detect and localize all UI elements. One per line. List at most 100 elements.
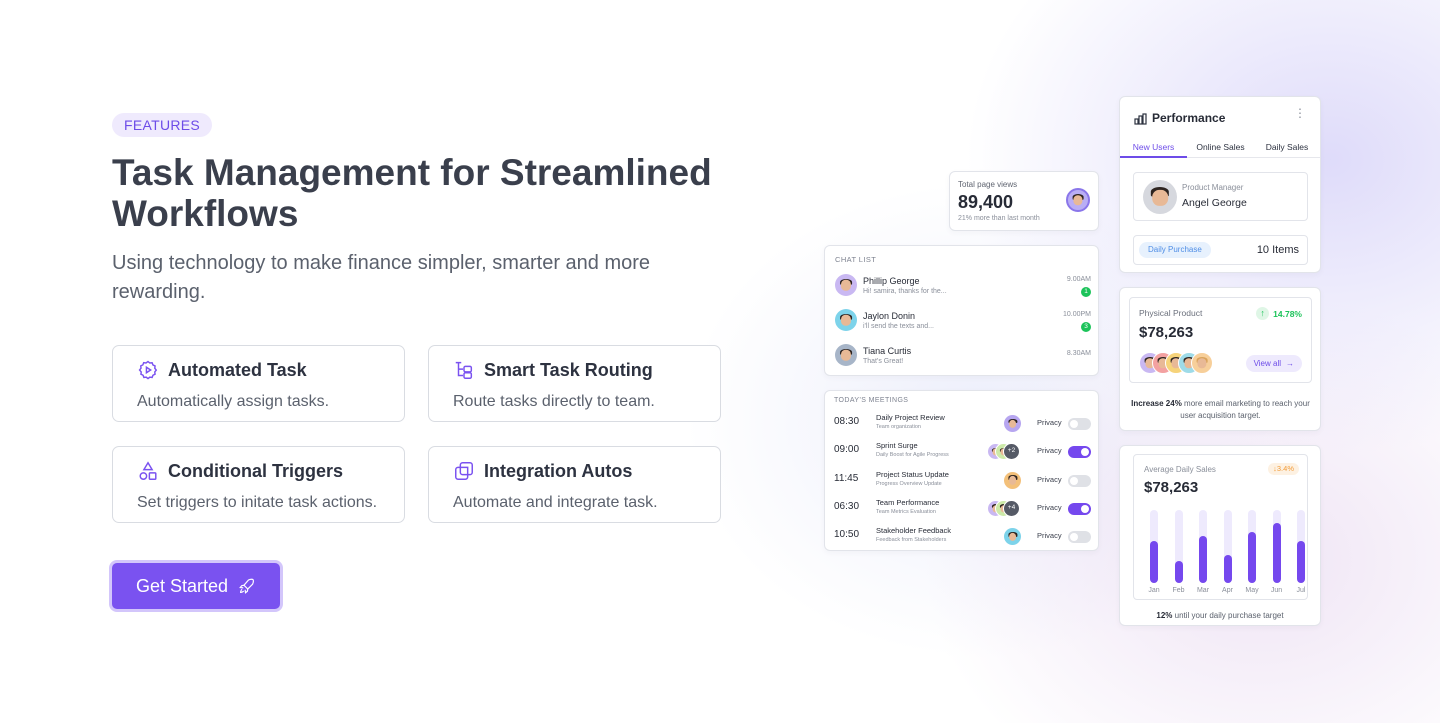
chat-item[interactable]: Phillip George Hi! samira, thanks for th… — [835, 274, 1091, 302]
gear-play-icon — [138, 360, 158, 380]
feature-title: Smart Task Routing — [484, 359, 653, 380]
privacy-label: Privacy — [1037, 531, 1062, 541]
x-tick-label: Jan — [1148, 587, 1160, 594]
meeting-time: 09:00 — [834, 444, 860, 456]
chat-name: Phillip George — [863, 276, 920, 286]
product-change-value: 14.78% — [1273, 308, 1302, 319]
bar-jul — [1297, 540, 1305, 583]
page-views-note: 21% more than last month — [958, 215, 1040, 222]
feature-title: Conditional Triggers — [168, 460, 344, 481]
bar-apr — [1223, 555, 1232, 583]
user-role: Product Manager — [1182, 183, 1244, 192]
meetings-card: TODAY'S MEETINGS 08:30 Daily Project Revi… — [824, 390, 1099, 551]
arrow-up-icon: ↑ — [1256, 307, 1270, 320]
daily-purchase-row: Daily Purchase 10 Items — [1133, 235, 1308, 265]
copy-icon — [455, 462, 473, 480]
meeting-row[interactable]: 10:50 Stakeholder Feedback Feedback from S… — [825, 524, 1098, 550]
user-profile: Product Manager Angel George — [1133, 172, 1308, 221]
bar-jun — [1272, 523, 1281, 583]
x-tick-label: Feb — [1172, 587, 1185, 594]
privacy-toggle[interactable] — [1068, 446, 1091, 459]
meeting-row[interactable]: 06:30 Team Performance Team Metrics Evalua… — [825, 496, 1098, 522]
meeting-time: 08:30 — [834, 416, 860, 427]
meeting-subtitle: Progress Overview Update — [876, 480, 942, 487]
meeting-title: Team Performance — [876, 497, 940, 507]
performance-card: Performance ⋮ New Users Online Sales Dai… — [1119, 96, 1321, 273]
feature-title: Automated Task — [168, 359, 307, 380]
avatar — [1191, 352, 1213, 374]
privacy-label: Privacy — [1037, 502, 1062, 512]
unread-badge: 3 — [1081, 322, 1091, 332]
meeting-title: Project Status Update — [876, 469, 949, 479]
feature-card-automated-task[interactable]: Automated Task Automatically assign task… — [112, 345, 405, 422]
tab-daily-sales[interactable]: Daily Sales — [1254, 142, 1320, 158]
chat-message: That's Great! — [863, 358, 904, 365]
view-all-label: View all — [1253, 359, 1281, 368]
bar-chart-icon — [1134, 113, 1147, 125]
privacy-toggle[interactable] — [1068, 474, 1091, 487]
avatar — [1004, 528, 1021, 546]
product-value: $78,263 — [1139, 324, 1194, 341]
page-subtitle: Using technology to make finance simpler… — [112, 252, 651, 303]
user-name: Angel George — [1182, 197, 1247, 209]
tab-online-sales[interactable]: Online Sales — [1187, 142, 1254, 158]
chat-name: Jaylon Donin — [863, 311, 916, 321]
feature-desc: Automate and integrate task. — [453, 494, 658, 511]
x-tick-label: May — [1245, 587, 1259, 594]
feature-title: Integration Autos — [484, 460, 633, 481]
privacy-label: Privacy — [1037, 446, 1062, 456]
get-started-button[interactable]: Get Started — [112, 563, 280, 609]
bar-feb — [1174, 561, 1183, 583]
privacy-toggle[interactable] — [1068, 418, 1091, 430]
sales-footer: 12% until your daily purchase target — [1120, 611, 1320, 620]
view-all-button[interactable]: View all → — [1245, 355, 1302, 372]
x-tick-label: Mar — [1196, 587, 1210, 594]
product-note-text: more email marketing to reach your user … — [1180, 399, 1310, 420]
feature-desc: Set triggers to initate task actions. — [137, 494, 378, 511]
chat-time: 8.30AM — [1066, 350, 1091, 357]
arrow-right-icon: → — [1286, 359, 1294, 368]
get-started-label: Get Started — [135, 575, 229, 596]
product-note: Increase 24% more email marketing to rea… — [1129, 398, 1312, 421]
daily-purchase-value: 10 Items — [1256, 244, 1299, 256]
privacy-toggle[interactable] — [1068, 502, 1091, 515]
meeting-row[interactable]: 09:00 Sprint Surge Daily Boost for Agile P… — [825, 439, 1098, 465]
chat-message: Hi! samira, thanks for the... — [863, 288, 947, 295]
features-badge: FEATURES — [112, 113, 213, 137]
privacy-toggle[interactable] — [1068, 531, 1091, 544]
privacy-label: Privacy — [1037, 474, 1062, 484]
feature-card-integration-autos[interactable]: Integration Autos Automate and integrate… — [428, 446, 721, 523]
avatar-group — [1139, 352, 1213, 374]
meeting-subtitle: Daily Boost for Agile Progress — [876, 452, 949, 459]
tab-new-users[interactable]: New Users — [1120, 142, 1187, 158]
page-title: Task Management for Streamlined Workflow… — [112, 152, 712, 234]
meeting-row[interactable]: 11:45 Project Status Update Progress Overv… — [825, 468, 1098, 494]
shapes-icon — [139, 461, 157, 480]
meeting-subtitle: Feedback from Stakeholders — [876, 537, 947, 544]
feature-card-smart-routing[interactable]: Smart Task Routing Route tasks directly … — [428, 345, 721, 422]
avatar — [1004, 415, 1021, 432]
page-views-value: 89,400 — [958, 192, 1014, 212]
page-views-label: Total page views — [958, 180, 1018, 189]
more-attendees-badge: +2 — [1003, 443, 1020, 461]
meetings-header: TODAY'S MEETINGS — [834, 397, 909, 404]
avatar — [835, 309, 857, 331]
meeting-title: Stakeholder Feedback — [876, 526, 952, 536]
more-options-icon[interactable]: ⋮ — [1294, 107, 1306, 119]
bar-jan — [1150, 540, 1158, 583]
more-attendees-badge: +4 — [1003, 499, 1020, 517]
chat-list-card: CHAT LIST Phillip George Hi! samira, tha… — [824, 245, 1099, 376]
avatar — [1004, 471, 1021, 489]
daily-sales-card: Average Daily Sales ↓3.4% $78,263 Jan Feb… — [1119, 445, 1321, 626]
page-views-card: Total page views 89,400 21% more than la… — [949, 171, 1099, 231]
routing-icon — [455, 361, 473, 379]
bar-mar — [1199, 535, 1207, 583]
chat-time: 9.00AM — [1066, 276, 1091, 283]
feature-desc: Automatically assign tasks. — [137, 393, 330, 410]
chat-item[interactable]: Tiana Curtis That's Great! 8.30AM — [835, 344, 1091, 372]
chat-item[interactable]: Jaylon Donin i'll send the texts and... … — [835, 309, 1091, 337]
feature-card-conditional-triggers[interactable]: Conditional Triggers Set triggers to ini… — [112, 446, 405, 523]
product-note-bold: Increase 24% — [1131, 399, 1182, 408]
meeting-row[interactable]: 08:30 Daily Project Review Team organizati… — [825, 411, 1098, 437]
physical-product-card: Physical Product ↑ 14.78% $78,263 View a… — [1119, 287, 1321, 431]
